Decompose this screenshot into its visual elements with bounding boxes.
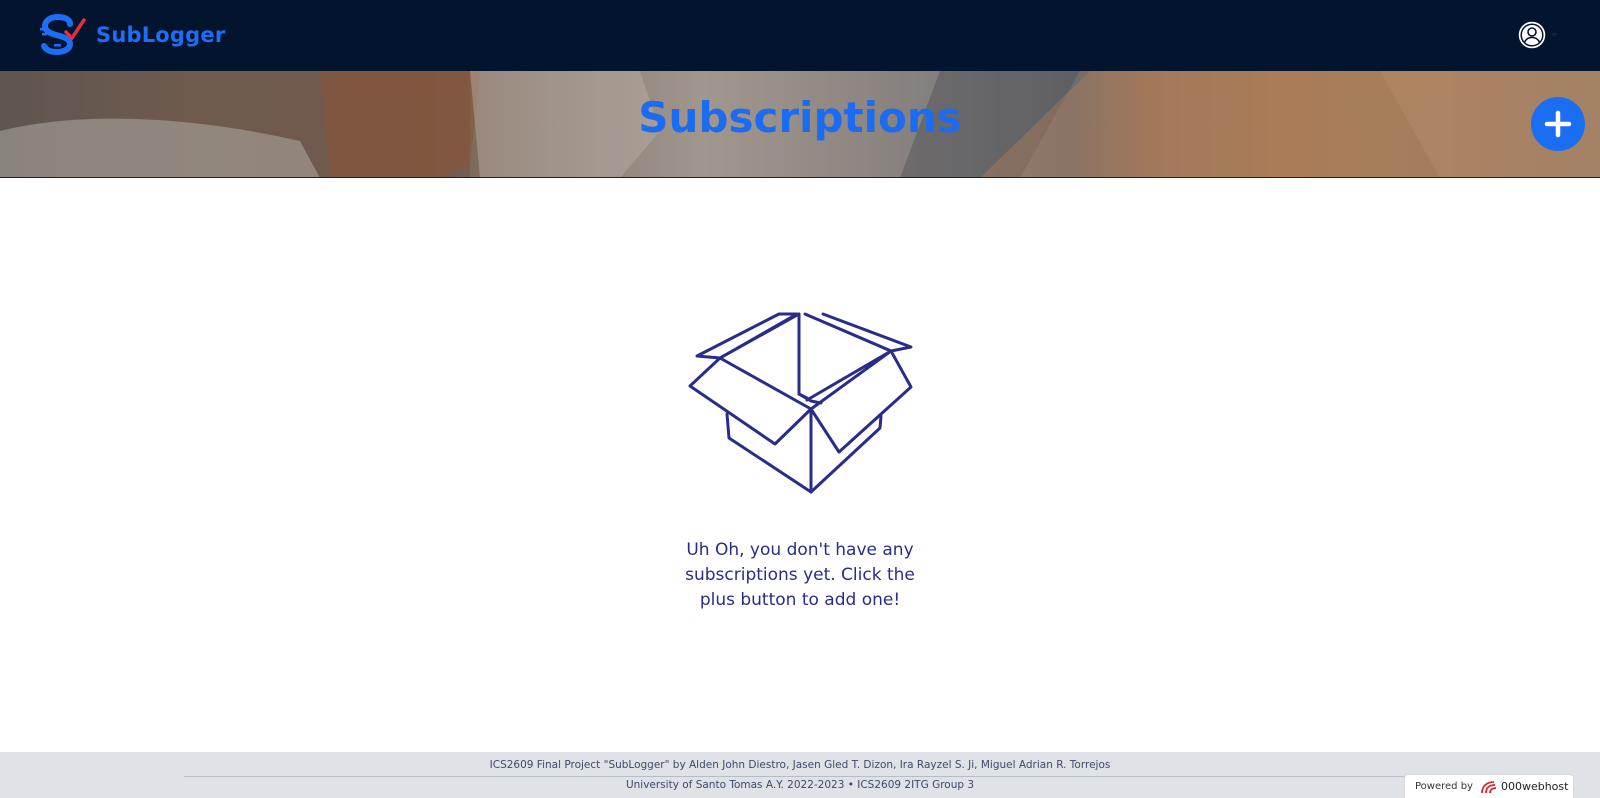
chevron-down-icon (1550, 33, 1558, 37)
user-circle-icon (1518, 21, 1546, 49)
000webhost-logo-icon (1481, 780, 1497, 793)
account-menu-button[interactable] (1518, 20, 1558, 50)
brand-name: SubLogger (96, 23, 226, 47)
footer-divider (184, 776, 1416, 777)
empty-state: Uh Oh, you don't have any subscriptions … (640, 310, 960, 613)
brand-link[interactable]: SubLogger (40, 14, 225, 56)
footer: ICS2609 Final Project "SubLogger" by Ald… (0, 752, 1600, 798)
empty-state-message: Uh Oh, you don't have any subscriptions … (685, 540, 915, 610)
hero-banner: Subscriptions (0, 71, 1600, 178)
plus-icon (1544, 110, 1572, 138)
sublogger-logo-icon (40, 14, 86, 56)
page-title: Subscriptions (638, 93, 962, 142)
footer-credits: ICS2609 Final Project "SubLogger" by Ald… (489, 759, 1111, 771)
open-box-icon (688, 312, 913, 494)
add-subscription-button[interactable] (1531, 97, 1585, 151)
host-name: 000webhost (1500, 780, 1569, 793)
navbar: SubLogger (0, 0, 1600, 71)
hosting-badge[interactable]: Powered by 000webhost (1404, 774, 1574, 798)
footer-university: University of Santo Tomas A.Y. 2022-2023… (625, 779, 975, 791)
powered-by-label: Powered by (1415, 781, 1473, 792)
